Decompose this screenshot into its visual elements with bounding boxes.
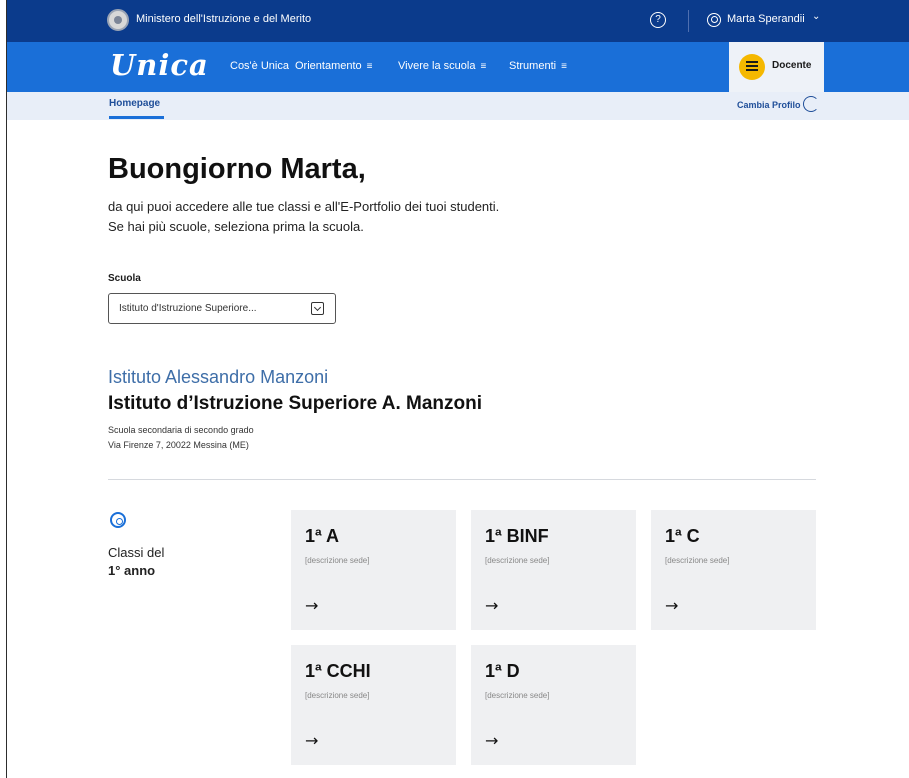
nav-item-label: Vivere la scuola — [398, 60, 476, 72]
refresh-icon[interactable] — [803, 96, 819, 112]
breadcrumb-bar: Homepage Cambia Profilo — [7, 92, 909, 120]
help-icon[interactable]: ? — [650, 12, 666, 28]
class-card[interactable]: 1ª BINF [descrizione sede] → — [471, 510, 636, 630]
menu-icon: ≡ — [480, 61, 487, 72]
intro-line: da qui puoi accedere alle tue classi e a… — [108, 199, 500, 214]
nav-item-label: Strumenti — [509, 60, 557, 72]
class-name: 1ª C — [665, 526, 700, 546]
class-card[interactable]: 1ª CCHI [descrizione sede] → — [291, 645, 456, 765]
user-menu-name[interactable]: Marta Sperandii — [727, 13, 805, 25]
class-name: 1ª CCHI — [305, 661, 371, 681]
year-section-title: Classi del 1° anno — [108, 544, 164, 580]
republic-emblem-icon — [107, 9, 129, 31]
class-card[interactable]: 1ª A [descrizione sede] → — [291, 510, 456, 630]
year-icon — [110, 512, 126, 528]
class-description: [descrizione sede] — [305, 691, 370, 700]
arrow-right-icon: → — [485, 731, 499, 750]
switch-profile-link[interactable]: Cambia Profilo — [737, 100, 801, 110]
menu-icon: ≡ — [561, 61, 567, 72]
class-description: [descrizione sede] — [485, 556, 550, 565]
nav-item-strumenti[interactable]: Strumenti ≡ — [509, 60, 567, 72]
institute-full-name: Istituto d’Istruzione Superiore A. Manzo… — [108, 393, 483, 414]
year-title-line-bold: 1° anno — [108, 563, 156, 578]
page-title: Buongiorno Marta, — [108, 153, 366, 186]
class-name: 1ª A — [305, 526, 340, 546]
section-divider — [108, 479, 816, 480]
intro-line: Se hai più scuole, seleziona prima la sc… — [108, 219, 364, 234]
nav-item-label: Orientamento — [295, 60, 362, 72]
teacher-role-icon — [739, 54, 765, 80]
tab-homepage[interactable]: Homepage — [109, 98, 160, 109]
arrow-right-icon: → — [665, 596, 679, 615]
institute-type: Scuola secondaria di secondo grado — [108, 425, 254, 435]
ministry-link[interactable]: Ministero dell'Istruzione e del Merito — [136, 13, 311, 25]
role-selector[interactable]: Docente — [729, 42, 824, 92]
chevron-down-icon[interactable]: ⌄ — [812, 11, 820, 22]
class-name: 1ª BINF — [485, 526, 549, 546]
topbar-separator — [688, 10, 689, 32]
school-select[interactable]: Istituto d'Istruzione Superiore... — [108, 293, 336, 324]
active-tab-indicator — [109, 116, 164, 119]
nav-item-label: Cos'è Unica — [230, 60, 289, 72]
nav-item-cos-e-unica[interactable]: Cos'è Unica — [230, 60, 289, 72]
arrow-right-icon: → — [305, 596, 319, 615]
school-select-value: Istituto d'Istruzione Superiore... — [119, 303, 257, 314]
class-name: 1ª D — [485, 661, 520, 681]
user-icon[interactable] — [707, 13, 721, 27]
menu-icon: ≡ — [366, 61, 373, 72]
year-title-line: Classi del — [108, 545, 165, 560]
institute-name: Istituto Alessandro Manzoni — [108, 367, 329, 387]
class-description: [descrizione sede] — [665, 556, 730, 565]
arrow-right-icon: → — [485, 596, 499, 615]
greeting-name: Marta, — [280, 153, 366, 185]
intro-text: da qui puoi accedere alle tue classi e a… — [108, 197, 499, 237]
role-label: Docente — [772, 60, 812, 71]
class-description: [descrizione sede] — [485, 691, 550, 700]
arrow-right-icon: → — [305, 731, 319, 750]
class-card[interactable]: 1ª C [descrizione sede] → — [651, 510, 816, 630]
ministry-topbar: Ministero dell'Istruzione e del Merito ?… — [7, 0, 909, 42]
greeting-prefix: Buongiorno — [108, 153, 281, 185]
chevron-down-icon — [311, 302, 324, 315]
nav-item-vivere-la-scuola[interactable]: Vivere la scuola ≡ — [398, 60, 486, 72]
institute-address: Via Firenze 7, 20022 Messina (ME) — [108, 440, 249, 450]
main-navbar: Unica Cos'è Unica Orientamento ≡ Vivere l… — [7, 42, 909, 92]
nav-item-orientamento[interactable]: Orientamento ≡ — [295, 60, 373, 72]
school-field-label: Scuola — [108, 273, 141, 284]
class-description: [descrizione sede] — [305, 556, 370, 565]
class-card[interactable]: 1ª D [descrizione sede] → — [471, 645, 636, 765]
unica-logo[interactable]: Unica — [110, 48, 209, 82]
